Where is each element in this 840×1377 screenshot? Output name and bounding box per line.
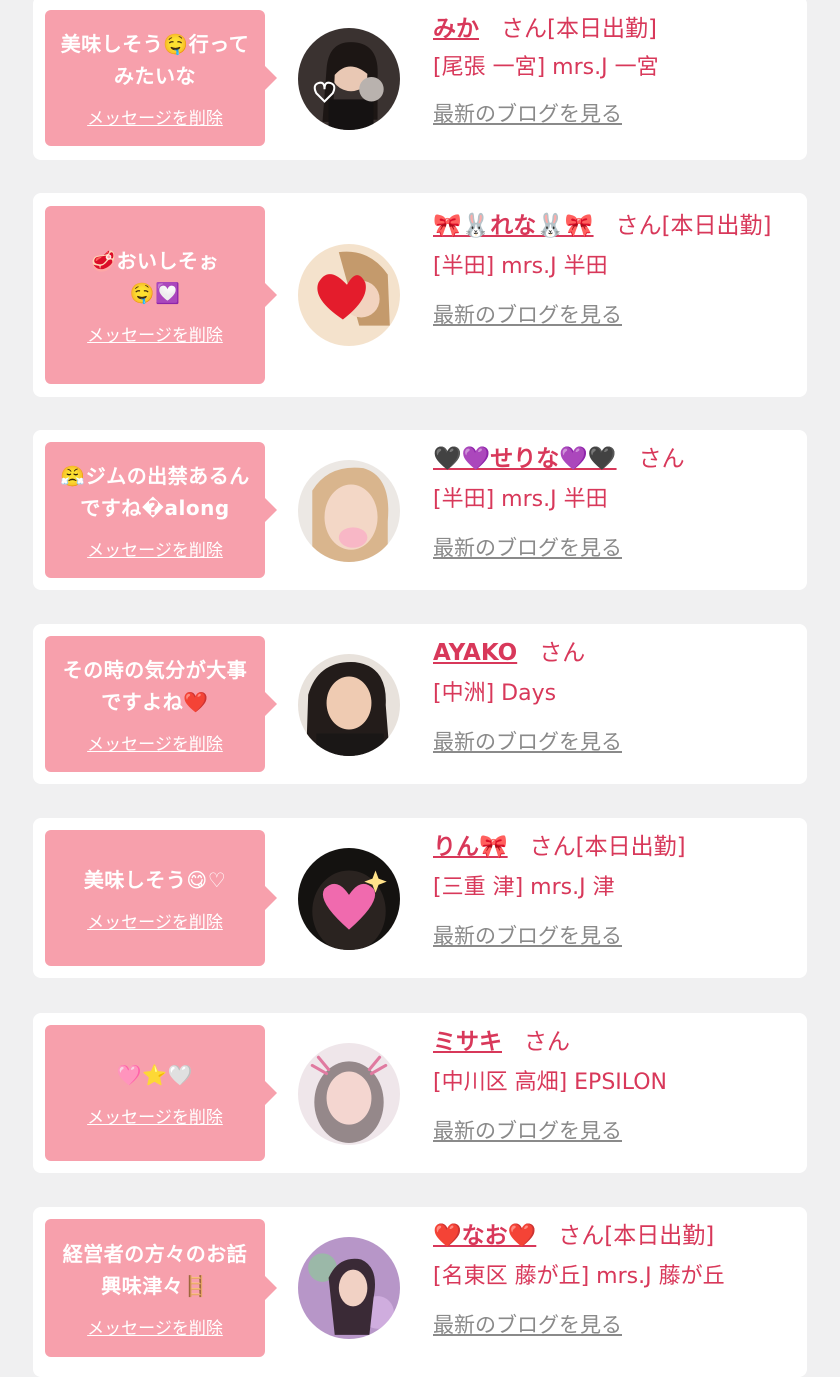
latest-blog-link[interactable]: 最新のブログを見る <box>433 299 622 329</box>
avatar[interactable] <box>298 460 400 562</box>
avatar[interactable] <box>298 244 400 346</box>
list-item: 美味しそう🤤行ってみたいな メッセージを削除 みか さん[本日出勤] [尾張 一宮… <box>33 0 807 160</box>
shop-label: [三重 津] mrs.J 津 <box>433 875 615 900</box>
cast-name-link[interactable]: 🎀🐰れな🐰🎀 <box>433 213 594 239</box>
message-bubble: その時の気分が大事ですよね❤️ メッセージを削除 <box>45 636 277 772</box>
cast-name-link[interactable]: ミサキ <box>433 1029 502 1055</box>
message-text: その時の気分が大事ですよね❤️ <box>62 657 248 714</box>
status-badge: [本日出勤] <box>575 834 686 860</box>
message-text: 経営者の方々のお話興味津々🪜 <box>62 1241 248 1298</box>
latest-blog-link[interactable]: 最新のブログを見る <box>433 1115 622 1145</box>
delete-message-button[interactable]: メッセージを削除 <box>87 104 223 129</box>
list-item: 経営者の方々のお話興味津々🪜 メッセージを削除 ❤️なお❤️ さん[本日出勤] [… <box>33 1207 807 1377</box>
message-text: 美味しそう🤤行ってみたいな <box>60 31 250 88</box>
status-badge: [本日出勤] <box>547 16 657 42</box>
message-bubble: 美味しそう🤤行ってみたいな メッセージを削除 <box>45 10 277 146</box>
shop-label: [半田] mrs.J 半田 <box>433 254 608 279</box>
status-badge: [本日出勤] <box>604 1223 715 1249</box>
honorific: さん <box>558 1223 605 1249</box>
avatar[interactable] <box>298 848 400 950</box>
honorific: さん <box>524 1029 570 1055</box>
list-item: 😤ジムの出禁あるんですね�along メッセージを削除 🖤💜せりな💜🖤 さん [半… <box>33 430 807 590</box>
message-text: 🥩おいしそぉ🤤💟 <box>91 248 219 305</box>
avatar[interactable] <box>298 654 400 756</box>
honorific: さん <box>501 16 547 42</box>
shop-label: [尾張 一宮] mrs.J 一宮 <box>433 55 659 80</box>
message-bubble: 😤ジムの出禁あるんですね�along メッセージを削除 <box>45 442 277 578</box>
shop-label: [半田] mrs.J 半田 <box>433 487 608 512</box>
message-text: 🩷⭐🤍 <box>116 1062 194 1087</box>
blurred-portrait-icon <box>298 1043 400 1145</box>
message-text: 美味しそう😋♡ <box>83 867 227 892</box>
shop-label: [中洲] Days <box>433 681 557 706</box>
list-item: その時の気分が大事ですよね❤️ メッセージを削除 AYAKO さん [中洲] Da… <box>33 624 807 784</box>
shop-label: [中川区 高畑] EPSILON <box>433 1070 668 1095</box>
message-bubble: 🥩おいしそぉ🤤💟 メッセージを削除 <box>45 206 277 384</box>
avatar[interactable] <box>298 28 400 130</box>
cast-info: ミサキ さん [中川区 高畑] EPSILON 最新のブログを見る <box>433 1025 783 1145</box>
list-item: 🩷⭐🤍 メッセージを削除 ミサキ さん [中川区 高畑] EPSILON 最新のブ… <box>33 1013 807 1173</box>
message-bubble: 美味しそう😋♡ メッセージを削除 <box>45 830 277 966</box>
list-item: 美味しそう😋♡ メッセージを削除 りん🎀 さん[本日出勤] [三重 津] mrs.… <box>33 818 807 978</box>
cast-info: 🎀🐰れな🐰🎀 さん[本日出勤] [半田] mrs.J 半田 最新のブログを見る <box>433 209 783 329</box>
latest-blog-link[interactable]: 最新のブログを見る <box>433 98 622 128</box>
avatar[interactable] <box>298 1237 400 1339</box>
cast-name-link[interactable]: りん🎀 <box>433 834 508 860</box>
cast-name-link[interactable]: みか <box>433 16 479 42</box>
honorific: さん <box>529 834 576 860</box>
cast-info: AYAKO さん [中洲] Days 最新のブログを見る <box>433 636 783 756</box>
delete-message-button[interactable]: メッセージを削除 <box>87 730 223 755</box>
honorific: さん <box>638 446 685 472</box>
cast-info: りん🎀 さん[本日出勤] [三重 津] mrs.J 津 最新のブログを見る <box>433 830 783 950</box>
cast-name-link[interactable]: ❤️なお❤️ <box>433 1223 536 1249</box>
cast-info: 🖤💜せりな💜🖤 さん [半田] mrs.J 半田 最新のブログを見る <box>433 442 783 562</box>
shop-label: [名東区 藤が丘] mrs.J 藤が丘 <box>433 1264 725 1289</box>
message-bubble: 🩷⭐🤍 メッセージを削除 <box>45 1025 277 1161</box>
heart-covered-portrait-icon <box>298 244 400 346</box>
sparkle-heart-portrait-icon <box>298 848 400 950</box>
honorific: さん <box>615 213 662 239</box>
latest-blog-link[interactable]: 最新のブログを見る <box>433 1309 622 1339</box>
woman-portrait-icon <box>298 460 400 562</box>
message-bubble: 経営者の方々のお話興味津々🪜 メッセージを削除 <box>45 1219 277 1357</box>
delete-message-button[interactable]: メッセージを削除 <box>87 536 223 561</box>
latest-blog-link[interactable]: 最新のブログを見る <box>433 532 622 562</box>
delete-message-button[interactable]: メッセージを削除 <box>87 908 223 933</box>
avatar[interactable] <box>298 1043 400 1145</box>
message-text: 😤ジムの出禁あるんですね�along <box>60 463 250 520</box>
cast-name-link[interactable]: AYAKO <box>433 640 517 666</box>
delete-message-button[interactable]: メッセージを削除 <box>87 1103 223 1128</box>
message-list: 美味しそう🤤行ってみたいな メッセージを削除 みか さん[本日出勤] [尾張 一宮… <box>0 0 840 1377</box>
cast-name-link[interactable]: 🖤💜せりな💜🖤 <box>433 446 617 472</box>
delete-message-button[interactable]: メッセージを削除 <box>87 1314 223 1339</box>
cast-info: みか さん[本日出勤] [尾張 一宮] mrs.J 一宮 最新のブログを見る <box>433 12 783 128</box>
status-badge: [本日出勤] <box>661 213 772 239</box>
list-item: 🥩おいしそぉ🤤💟 メッセージを削除 🎀🐰れな🐰🎀 さん[本日出勤] [半田] mr… <box>33 193 807 397</box>
cast-info: ❤️なお❤️ さん[本日出勤] [名東区 藤が丘] mrs.J 藤が丘 最新のブロ… <box>433 1219 783 1339</box>
woman-portrait-icon <box>298 28 400 130</box>
delete-message-button[interactable]: メッセージを削除 <box>87 321 223 346</box>
latest-blog-link[interactable]: 最新のブログを見る <box>433 726 622 756</box>
latest-blog-link[interactable]: 最新のブログを見る <box>433 920 622 950</box>
honorific: さん <box>539 640 586 666</box>
woman-portrait-icon <box>298 654 400 756</box>
woman-portrait-icon <box>298 1237 400 1339</box>
